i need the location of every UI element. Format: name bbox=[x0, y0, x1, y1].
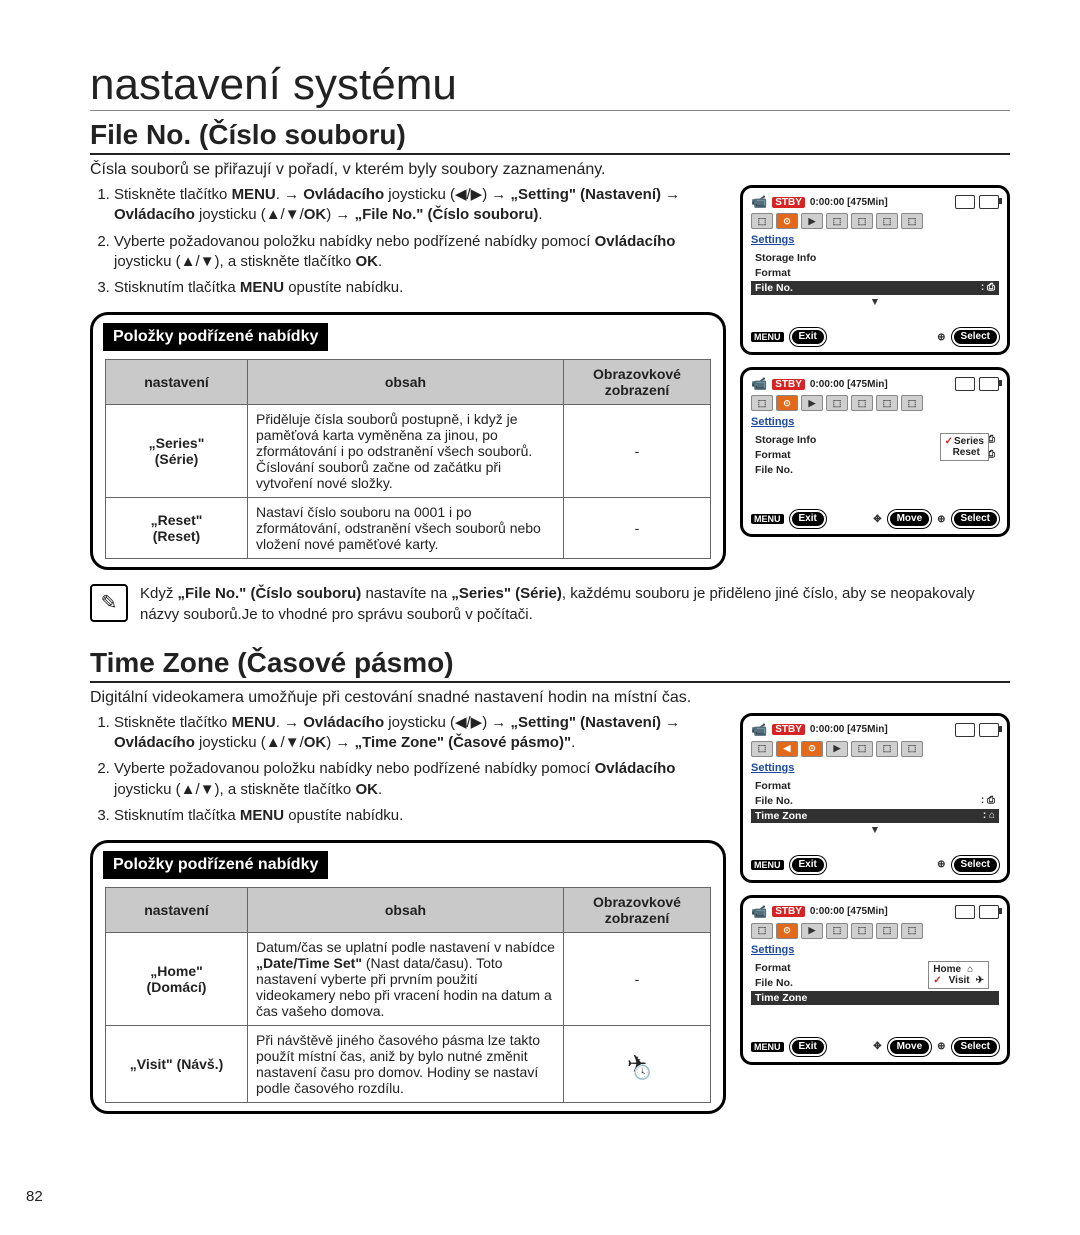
timezone-intro: Digitální videokamera umožňuje při cesto… bbox=[90, 689, 1010, 707]
table-row: „Home"(Domácí)Datum/čas se uplatní podle… bbox=[106, 933, 711, 1026]
screen-fileno-2: 📹STBY0:00:00 [475Min] ⬚⊙▶⬚⬚⬚⬚ Settings S… bbox=[740, 367, 1010, 537]
fileno-table: nastaveníobsahObrazovkové zobrazení „Ser… bbox=[105, 359, 711, 559]
step-3: Stisknutím tlačítka MENU opustíte nabídk… bbox=[114, 278, 726, 298]
screen-fileno-1: 📹STBY0:00:00 [475Min] ⬚⊙▶⬚⬚⬚⬚ Settings S… bbox=[740, 185, 1010, 355]
table-row: „Series"(Série)Přiděluje čísla souborů p… bbox=[106, 405, 711, 498]
timezone-table: nastaveníobsahObrazovkové zobrazení „Hom… bbox=[105, 887, 711, 1103]
settings-tab-icon: ⊙ bbox=[776, 213, 798, 229]
menu-item: Storage Info bbox=[751, 251, 999, 265]
exit-pill: Exit bbox=[790, 328, 826, 346]
section-title-timezone: Time Zone (Časové pásmo) bbox=[90, 647, 1010, 683]
select-pill: Select bbox=[952, 328, 999, 346]
timezone-steps: Stiskněte tlačítko MENU. → Ovládacího jo… bbox=[90, 713, 726, 826]
camera-icon: 📹 bbox=[751, 194, 767, 210]
page-number: 82 bbox=[26, 1188, 43, 1205]
timezone-submenu-box: Položky podřízené nabídky nastaveníobsah… bbox=[90, 840, 726, 1114]
note-icon: ✎ bbox=[90, 584, 128, 622]
card-icon bbox=[955, 195, 975, 209]
fileno-intro: Čísla souborů se přiřazují v pořadí, v k… bbox=[90, 161, 1010, 179]
screen-timezone-1: 📹STBY0:00:00 [475Min] ⬚◀⊙▶⬚⬚⬚ Settings F… bbox=[740, 713, 1010, 883]
battery-icon bbox=[979, 195, 999, 209]
menu-item-selected: File No.: ⎙ bbox=[751, 281, 999, 295]
visit-plane-clock-icon: ✈ bbox=[627, 1050, 647, 1079]
popup-menu: Home⌂✓Visit✈ bbox=[928, 961, 989, 989]
popup-menu: ✓SeriesReset bbox=[940, 433, 989, 461]
menu-item: Format bbox=[751, 266, 999, 280]
screen-timezone-2: 📹STBY0:00:00 [475Min] ⬚⊙▶⬚⬚⬚⬚ Settings F… bbox=[740, 895, 1010, 1065]
step-1: Stiskněte tlačítko MENU. → Ovládacího jo… bbox=[114, 185, 726, 226]
fileno-note: Když „File No." (Číslo souboru) nastavít… bbox=[140, 584, 1010, 625]
fileno-submenu-box: Položky podřízené nabídky nastaveníobsah… bbox=[90, 312, 726, 570]
step-2: Vyberte požadovanou položku nabídky nebo… bbox=[114, 232, 726, 273]
page-title: nastavení systému bbox=[90, 60, 1010, 111]
table-row: „Reset"(Reset)Nastaví číslo souboru na 0… bbox=[106, 498, 711, 559]
submenu-label: Položky podřízené nabídky bbox=[103, 323, 328, 351]
settings-heading: Settings bbox=[751, 234, 794, 246]
table-row: „Visit" (Návš.)Při návštěvě jiného časov… bbox=[106, 1026, 711, 1103]
section-title-fileno: File No. (Číslo souboru) bbox=[90, 119, 1010, 155]
fileno-steps: Stiskněte tlačítko MENU. → Ovládacího jo… bbox=[90, 185, 726, 298]
